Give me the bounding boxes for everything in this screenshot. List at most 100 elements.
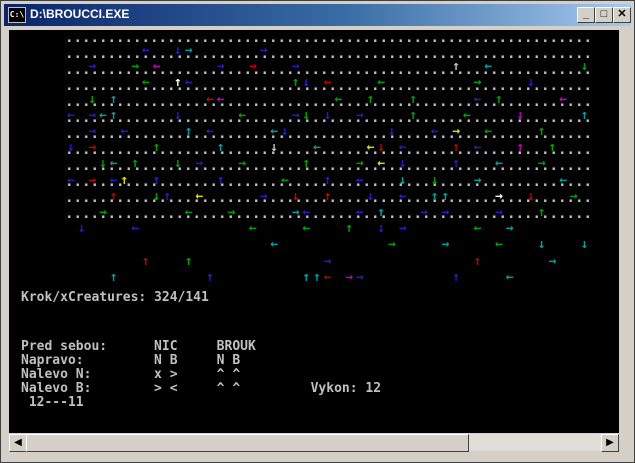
creature-arrow: ←: [141, 75, 150, 91]
creature-arrow: ↑: [184, 124, 193, 139]
creature-arrow: ↑: [152, 172, 161, 188]
creature-arrow: ←: [270, 237, 279, 253]
scroll-right-button[interactable]: ▶: [601, 434, 619, 452]
creature-arrow: ↑: [537, 124, 546, 139]
creature-arrow: ↓: [398, 156, 407, 172]
creature-arrow: ↑: [174, 75, 182, 91]
creature-arrow: ↑: [452, 156, 461, 172]
creature-arrow: ↓: [516, 107, 525, 123]
creature-arrow: ↑: [302, 156, 311, 172]
close-button[interactable]: ✕: [613, 7, 631, 23]
creature-arrow: ←: [473, 140, 482, 156]
creature-arrow: ↑: [109, 91, 118, 107]
creature-arrow: ←: [238, 107, 247, 123]
creature-arrow: ↓: [77, 221, 86, 237]
creature-arrow: ←: [313, 140, 321, 156]
creature-arrow: ↑: [452, 59, 461, 75]
creature-arrow: ↑: [516, 140, 525, 156]
creature-arrow: ←: [152, 59, 161, 75]
creature-arrow: ←: [99, 107, 107, 123]
console-app-icon[interactable]: C:\: [8, 7, 26, 23]
maximize-button[interactable]: □: [595, 7, 613, 23]
creature-arrow: →: [259, 43, 268, 58]
console-output[interactable]: ........................................…: [9, 30, 619, 433]
creature-arrow: ↓: [302, 107, 311, 123]
creature-arrow: ↑: [216, 172, 225, 188]
creature-arrow: →: [291, 205, 300, 220]
napravo-line: Napravo: N B N B: [21, 353, 241, 368]
creature-arrow: ↑: [473, 253, 482, 269]
horizontal-scrollbar[interactable]: ◀ ▶: [9, 434, 619, 452]
creature-arrow: →: [505, 221, 514, 237]
creature-arrow: ↓: [388, 124, 396, 139]
creature-arrow: ←: [366, 140, 375, 156]
creature-arrow: ↓: [527, 188, 535, 204]
creature-arrow: ↑: [141, 253, 150, 269]
creature-arrow: ←: [184, 75, 193, 91]
scroll-left-button[interactable]: ◀: [9, 434, 27, 452]
creature-arrow: ↑: [163, 188, 172, 204]
creature-arrow: →: [345, 269, 354, 285]
creature-arrow: ↑: [216, 140, 225, 156]
creature-arrow: ←: [302, 205, 311, 220]
creature-arrow: ←: [473, 91, 482, 107]
nalevo-n-line: Nalevo N: x > ^ ^: [21, 367, 241, 382]
creature-arrow: ↑: [377, 205, 386, 220]
minimize-button[interactable]: _: [577, 7, 595, 23]
creature-arrow: →: [227, 205, 236, 220]
creature-arrow: ↑: [120, 172, 129, 188]
creature-arrow: ↑: [109, 269, 118, 285]
creature-arrow: ↓: [527, 75, 535, 91]
creature-arrow: ←: [559, 91, 568, 107]
creature-arrow: ←: [302, 221, 311, 237]
creature-arrow: ↑: [206, 269, 214, 285]
creature-arrow: ←: [270, 124, 279, 139]
nalevo-b-line: Nalevo B: > < ^ ^ Vykon: 12: [21, 381, 382, 396]
creature-arrow: →: [291, 59, 300, 75]
creature-arrow: ←: [184, 205, 193, 220]
creature-arrow: →: [238, 156, 247, 172]
creature-arrow: ↑: [548, 140, 557, 156]
creature-arrow: →: [184, 43, 193, 58]
creature-arrow: ←: [323, 75, 332, 91]
scrollbar-thumb[interactable]: [26, 434, 469, 452]
creature-arrow: ↑: [452, 269, 461, 285]
creature-arrow: ↑: [537, 205, 546, 220]
creature-arrow: →: [495, 205, 503, 220]
creature-arrow: ←: [398, 140, 407, 156]
creature-arrow: →: [88, 140, 97, 156]
creature-arrow: →: [195, 156, 204, 172]
creature-arrow: ←: [281, 172, 289, 188]
creature-arrow: ↑: [441, 188, 450, 204]
creature-arrow: ←: [495, 237, 503, 253]
creature-arrow: →: [88, 124, 97, 139]
creature-arrow: ←: [398, 188, 407, 204]
creature-arrow: ↑: [131, 156, 140, 172]
creature-arrow: ↓: [377, 221, 386, 237]
creature-arrow: ↑: [430, 188, 439, 204]
creature-arrow: ↓: [174, 43, 182, 58]
creature-arrow: ↓: [430, 172, 439, 188]
creature-arrow: →: [88, 59, 97, 75]
creature-arrow: ←: [323, 269, 332, 285]
creature-arrow: →: [355, 107, 364, 123]
pred-sebou-line: Pred sebou: NIC BROUK: [21, 339, 256, 354]
creature-arrow: ↑: [452, 140, 461, 156]
creature-arrow: ←: [67, 172, 75, 188]
creature-arrow: →: [388, 237, 396, 253]
counter-line: 12---11: [21, 395, 84, 410]
creature-arrow: →: [88, 107, 97, 123]
creature-arrow: ←: [505, 269, 514, 285]
creature-arrow: ←: [141, 43, 150, 58]
creature-arrow: →: [398, 221, 407, 237]
console-window: C:\ D:\BROUCCI.EXE _ □ ✕ ...............…: [0, 0, 635, 463]
creature-arrow: →: [495, 188, 503, 204]
title-bar[interactable]: C:\ D:\BROUCCI.EXE _ □ ✕: [4, 4, 631, 26]
creature-arrow: ↑: [291, 75, 300, 91]
creature-arrow: ↑: [313, 269, 321, 285]
creature-arrow: ←: [206, 124, 214, 139]
creature-arrow: →: [216, 59, 225, 75]
creature-arrow: ↑: [366, 91, 375, 107]
creature-arrow: →: [99, 205, 107, 220]
creature-arrow: ↑: [345, 221, 354, 237]
